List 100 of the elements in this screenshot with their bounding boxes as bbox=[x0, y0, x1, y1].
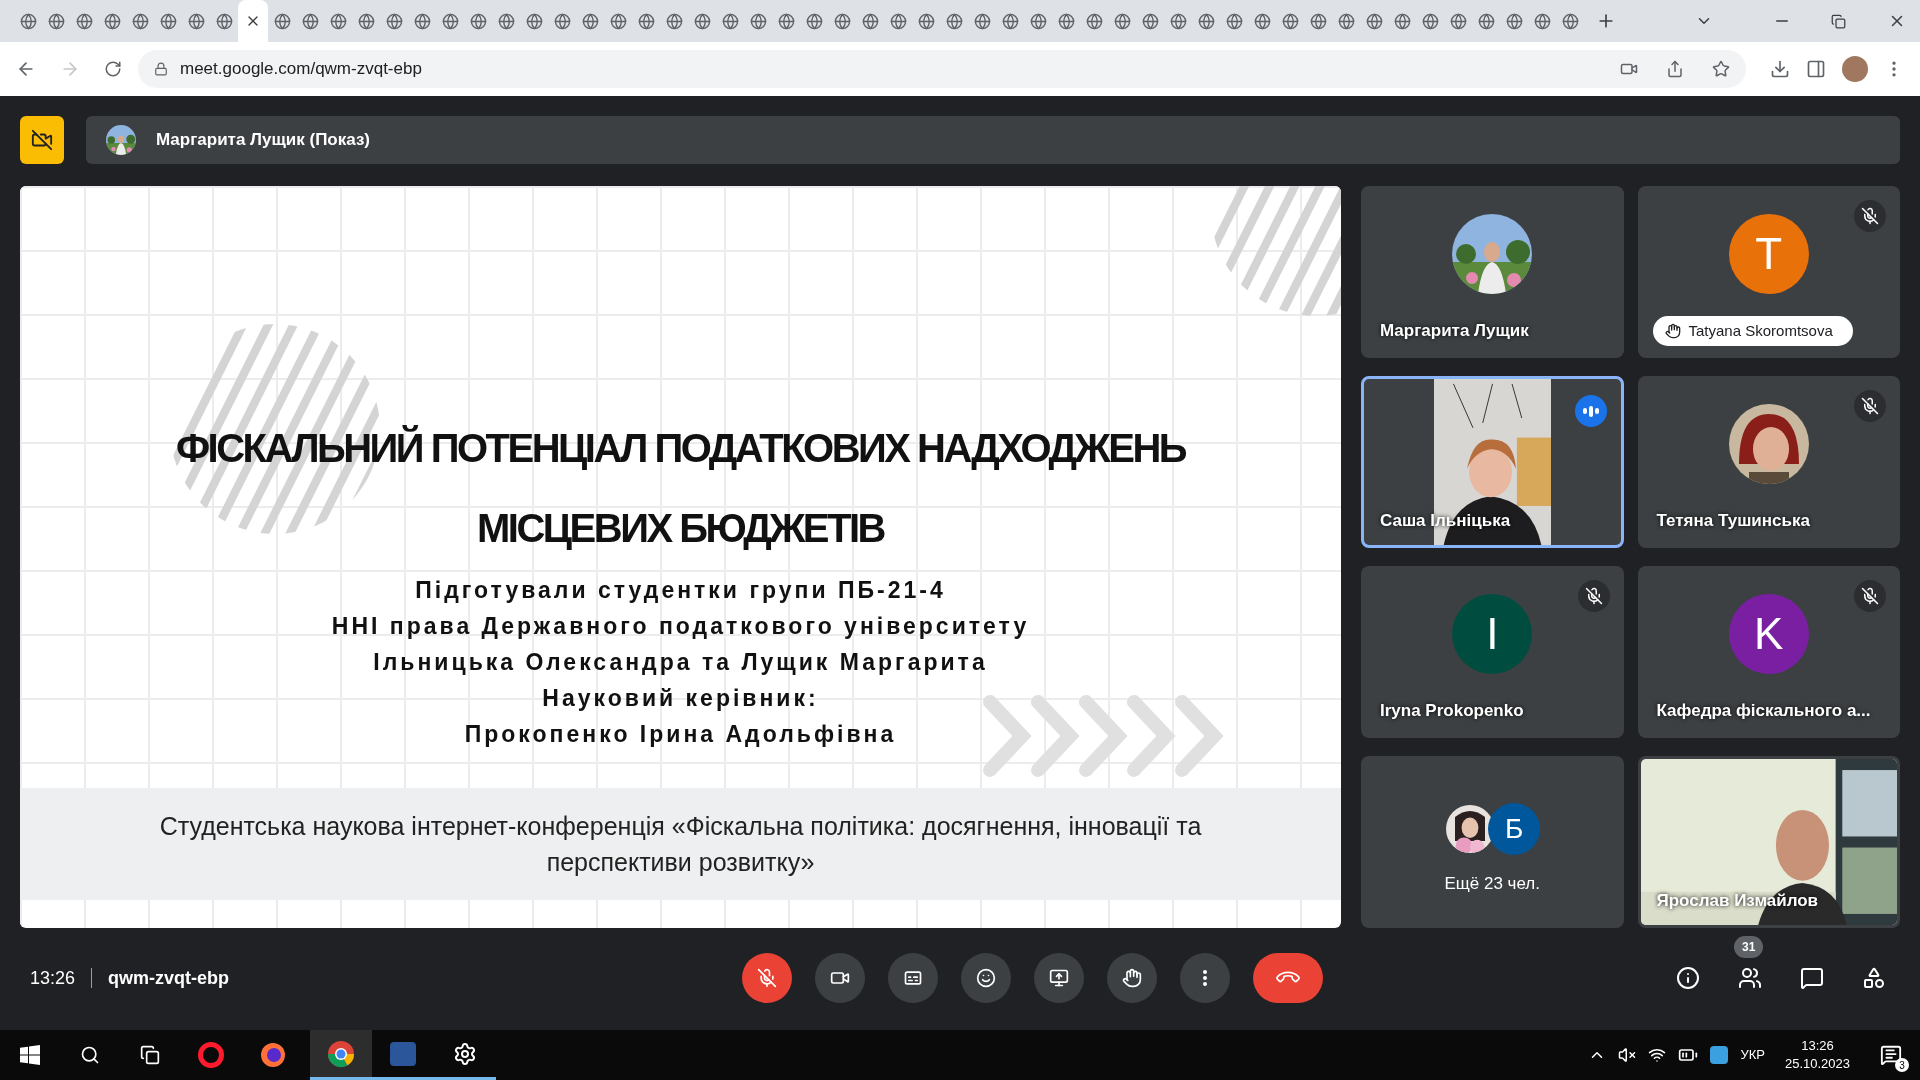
presentation-button[interactable] bbox=[20, 116, 64, 164]
globe-icon bbox=[1309, 12, 1327, 30]
presenter-label: Маргарита Лущик (Показ) bbox=[156, 129, 371, 152]
profile-avatar[interactable] bbox=[1842, 56, 1868, 82]
globe-icon bbox=[1561, 12, 1579, 30]
globe-icon bbox=[1533, 12, 1551, 30]
leave-call-button[interactable] bbox=[1253, 953, 1323, 1003]
clock-time: 13:26 bbox=[1801, 1037, 1834, 1055]
hand-icon bbox=[1664, 323, 1681, 339]
slide-title: МІСЦЕВИХ БЮДЖЕТІВ bbox=[477, 505, 884, 552]
participant-tile[interactable]: T Tatyana Skoromtsova bbox=[1637, 186, 1900, 358]
captions-button[interactable] bbox=[888, 953, 938, 1003]
reactions-button[interactable] bbox=[961, 953, 1011, 1003]
slide-subtitle: Ільницька Олександра та Лущик Маргарита bbox=[373, 648, 988, 677]
globe-icon bbox=[1337, 12, 1355, 30]
slide-subtitle: ННІ права Державного податкового університету bbox=[331, 612, 1030, 641]
globe-icon bbox=[581, 12, 599, 30]
captions-icon bbox=[903, 968, 923, 988]
globe-icon bbox=[385, 12, 403, 30]
participant-name: Кафедра фіскального а... bbox=[1656, 699, 1871, 722]
opera-icon[interactable] bbox=[198, 1042, 224, 1068]
globe-icon bbox=[1169, 12, 1187, 30]
participant-name: Маргарита Лущик bbox=[1380, 319, 1529, 342]
globe-icon bbox=[1001, 12, 1019, 30]
globe-icon bbox=[329, 12, 347, 30]
clock[interactable]: 13:26 25.10.2023 bbox=[1784, 1037, 1850, 1073]
globe-icon bbox=[749, 12, 767, 30]
globe-icon bbox=[637, 12, 655, 30]
avatar: T bbox=[1728, 214, 1809, 294]
people-count-badge: 31 bbox=[1734, 936, 1764, 958]
windows-logo-icon[interactable] bbox=[20, 1045, 40, 1065]
activities-icon[interactable] bbox=[1862, 966, 1886, 990]
hand-icon bbox=[1122, 968, 1142, 988]
raise-hand-button[interactable] bbox=[1107, 953, 1157, 1003]
avatar: Б bbox=[1488, 803, 1541, 856]
globe-icon bbox=[469, 12, 487, 30]
globe-icon bbox=[917, 12, 935, 30]
app-tray-icon[interactable] bbox=[1710, 1046, 1729, 1064]
globe-icon bbox=[693, 12, 711, 30]
globe-icon bbox=[525, 12, 543, 30]
globe-icon bbox=[215, 12, 233, 30]
task-view-icon[interactable] bbox=[140, 1045, 160, 1065]
word-icon[interactable] bbox=[390, 1041, 416, 1066]
globe-icon bbox=[1197, 12, 1215, 30]
globe-icon bbox=[187, 12, 205, 30]
share-icon[interactable] bbox=[1666, 60, 1684, 78]
globe-icon bbox=[861, 12, 879, 30]
participant-tile[interactable]: Маргарита Лущик bbox=[1361, 186, 1624, 358]
bookmark-star-icon[interactable] bbox=[1712, 60, 1730, 78]
globe-icon bbox=[945, 12, 963, 30]
network-icon[interactable] bbox=[1648, 1046, 1667, 1064]
globe-icon bbox=[1057, 12, 1075, 30]
globe-icon bbox=[1477, 12, 1495, 30]
slide-footer: Студентська наукова інтернет-конференція «Фіскальна політика: досягнення, інновації та перспективи розвитку» bbox=[84, 808, 1277, 880]
search-icon[interactable] bbox=[80, 1045, 100, 1065]
clock-date: 25.10.2023 bbox=[1784, 1055, 1850, 1073]
globe-icon bbox=[1505, 12, 1523, 30]
url-text: meet.google.com/qwm-zvqt-ebp bbox=[180, 58, 422, 81]
globe-icon bbox=[1141, 12, 1159, 30]
side-panel-icon[interactable] bbox=[1806, 59, 1826, 79]
chrome-icon[interactable] bbox=[327, 1039, 355, 1068]
meeting-time: 13:26 bbox=[29, 966, 76, 990]
more-participants-label: Ещё 23 чел. bbox=[1444, 873, 1540, 896]
globe-icon bbox=[1421, 12, 1439, 30]
restore-icon[interactable] bbox=[1831, 13, 1846, 29]
participant-tile[interactable]: Тетяна Тушинська bbox=[1637, 376, 1900, 548]
participant-tile[interactable]: I Iryna Prokopenko bbox=[1361, 566, 1624, 738]
microphone-button[interactable] bbox=[742, 953, 792, 1003]
globe-icon bbox=[609, 12, 627, 30]
participant-name: Tatyana Skoromtsova bbox=[1688, 320, 1833, 341]
globe-icon bbox=[273, 12, 291, 30]
avatar: K bbox=[1728, 594, 1809, 674]
globe-icon bbox=[19, 12, 37, 30]
globe-icon bbox=[1085, 12, 1103, 30]
present-button[interactable] bbox=[1034, 953, 1084, 1003]
reload-icon[interactable] bbox=[104, 60, 122, 78]
people-icon[interactable] bbox=[1738, 966, 1762, 990]
globe-icon bbox=[441, 12, 459, 30]
firefox-icon[interactable] bbox=[260, 1042, 286, 1068]
globe-icon bbox=[131, 12, 149, 30]
download-icon[interactable] bbox=[1770, 59, 1790, 79]
participant-tile[interactable]: K Кафедра фіскального а... bbox=[1637, 566, 1900, 738]
gear-icon[interactable] bbox=[453, 1041, 477, 1066]
camera-button[interactable] bbox=[815, 953, 865, 1003]
participant-tile[interactable]: Б Ещё 23 чел. bbox=[1361, 756, 1624, 928]
volume-muted-icon[interactable] bbox=[1618, 1046, 1637, 1064]
info-icon[interactable] bbox=[1676, 966, 1700, 990]
smile-icon bbox=[976, 968, 996, 988]
notification-count: 3 bbox=[1895, 1058, 1909, 1072]
globe-icon bbox=[833, 12, 851, 30]
globe-icon bbox=[47, 12, 65, 30]
lock-icon bbox=[154, 62, 168, 76]
address-bar[interactable]: meet.google.com/qwm-zvqt-ebp bbox=[138, 50, 1746, 88]
globe-icon bbox=[75, 12, 93, 30]
globe-icon bbox=[301, 12, 319, 30]
participant-name: Тетяна Тушинська bbox=[1656, 509, 1810, 532]
stop-presenting-icon bbox=[31, 129, 53, 151]
chat-icon[interactable] bbox=[1800, 966, 1824, 990]
mic-off-icon bbox=[757, 968, 777, 988]
language-indicator[interactable]: УКР bbox=[1740, 1045, 1765, 1065]
